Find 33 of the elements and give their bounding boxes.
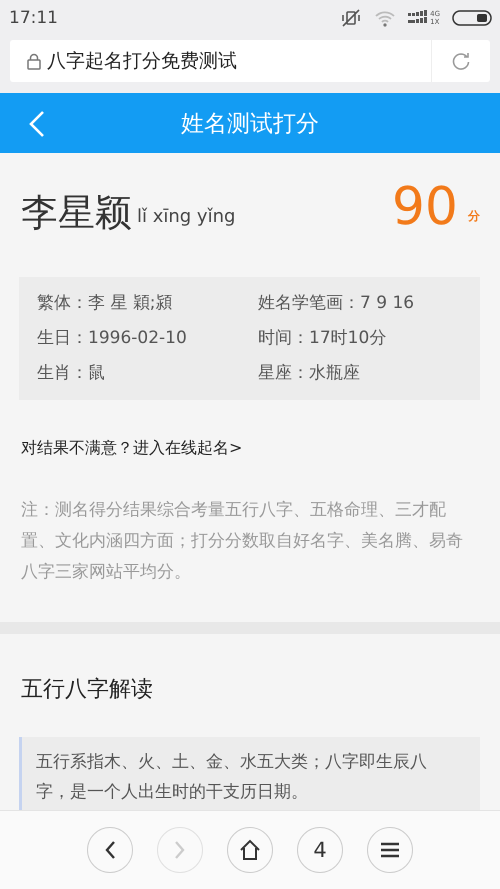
score-unit: 分 — [468, 208, 480, 225]
signal-icon — [408, 10, 428, 26]
header-title: 姓名测试打分 — [181, 110, 319, 138]
info-text: 时间：17时10分 — [258, 327, 388, 350]
note-text: 注：测名得分结果综合考量五行八字、五格命理、三才配置、文化内涵四方面；打分分数取自好名字、美名腾、易奇八字三家网站平均分。 — [21, 499, 464, 584]
status-time: 17:11 — [9, 8, 58, 28]
address-bar[interactable]: 八字起名打分免费测试 — [10, 40, 490, 82]
info-text: 星座：水瓶座 — [258, 362, 361, 385]
section-title: 五行八字解读 — [21, 676, 154, 704]
tabs-button[interactable]: 4 — [297, 827, 343, 873]
info-text: 生肖：鼠 — [37, 362, 106, 385]
muted-vibrate-icon — [340, 8, 362, 28]
quote-text: 五行系指木、火、土、金、水五大类；八字即生辰八字，是一个人出生时的干支历日期。 — [19, 737, 480, 810]
page-title: 八字起名打分免费测试 — [47, 49, 237, 74]
pinyin-text: lǐ xīng yǐng — [137, 206, 236, 227]
score-value: 90 — [392, 179, 458, 235]
forward-icon — [174, 840, 186, 860]
back-icon[interactable] — [28, 110, 46, 138]
reload-icon[interactable] — [451, 51, 471, 71]
person-name: 李星颖 — [21, 191, 132, 235]
info-text: 生日：1996-02-10 — [37, 327, 188, 350]
home-button[interactable] — [227, 827, 273, 873]
rename-link[interactable]: 对结果不满意？进入在线起名> — [21, 438, 500, 459]
info-text: 姓名学笔画：7 9 16 — [258, 292, 416, 315]
wifi-icon — [374, 9, 396, 27]
menu-icon — [380, 842, 400, 858]
menu-button[interactable] — [367, 827, 413, 873]
info-text: 繁体：李 星 穎;潁 — [37, 292, 174, 315]
home-icon — [239, 839, 261, 861]
battery-icon — [452, 10, 492, 26]
lock-icon — [27, 52, 41, 70]
back-button[interactable] — [87, 827, 133, 873]
back-icon — [104, 840, 116, 860]
